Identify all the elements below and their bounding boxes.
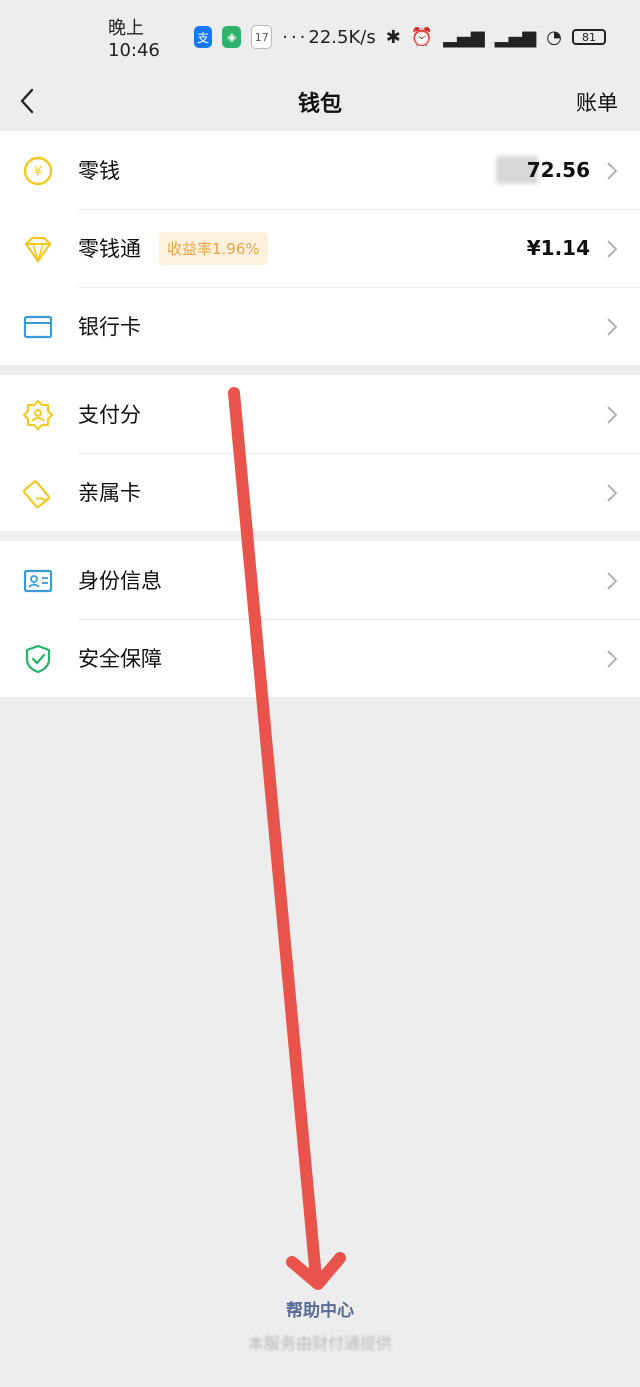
chevron-right-icon xyxy=(607,240,618,258)
list-item-family-card[interactable]: 亲属卡 xyxy=(0,453,640,531)
services-group: 支付分 亲属卡 xyxy=(0,375,640,531)
chevron-right-icon xyxy=(607,484,618,502)
calendar-icon: 17 xyxy=(251,25,273,49)
list-item-pay-score[interactable]: 支付分 xyxy=(0,375,640,453)
list-item-identity[interactable]: 身份信息 xyxy=(0,541,640,619)
chevron-right-icon xyxy=(607,162,618,180)
provider-note: 本服务由财付通提供 xyxy=(247,1334,392,1353)
status-bar: 晚上10:46 支 ◈ 17 ··· 22.5K/s ✱ ⏰ ▂▄▆ ▂▄▆ ◔… xyxy=(0,0,640,74)
wallet-balance-group: ¥ 零钱 72.56 零钱通 收益率1.96% ¥1.14 银行卡 xyxy=(0,131,640,365)
chevron-right-icon xyxy=(607,406,618,424)
list-item-label: 零钱通 xyxy=(78,237,141,261)
score-badge-icon xyxy=(23,400,53,430)
lingqiantong-balance: ¥1.14 xyxy=(526,236,590,260)
status-time: 晚上10:46 xyxy=(108,17,160,61)
list-item-bank-card[interactable]: 银行卡 xyxy=(0,287,640,365)
chevron-right-icon xyxy=(607,572,618,590)
security-app-icon: ◈ xyxy=(222,26,242,48)
help-center-link[interactable]: 帮助中心 xyxy=(0,1296,640,1321)
list-item-label: 零钱 xyxy=(78,159,120,183)
nav-header: 钱包 账单 xyxy=(0,74,640,130)
wifi-icon: ◔ xyxy=(546,26,562,48)
id-card-icon xyxy=(23,569,53,593)
diamond-icon xyxy=(24,236,52,264)
chevron-right-icon xyxy=(607,650,618,668)
chevron-right-icon xyxy=(607,318,618,336)
list-item-label: 银行卡 xyxy=(78,315,141,339)
list-item-change[interactable]: ¥ 零钱 72.56 xyxy=(0,131,640,209)
bills-button[interactable]: 账单 xyxy=(576,87,618,117)
yield-rate-badge: 收益率1.96% xyxy=(159,231,268,265)
shield-check-icon xyxy=(25,644,51,674)
svg-text:¥: ¥ xyxy=(34,165,42,180)
list-item-security[interactable]: 安全保障 xyxy=(0,619,640,697)
list-item-label: 亲属卡 xyxy=(78,481,141,505)
page-title: 钱包 xyxy=(297,92,342,117)
list-item-label: 身份信息 xyxy=(78,569,162,593)
list-item-label: 支付分 xyxy=(78,403,141,427)
family-card-icon xyxy=(22,480,50,509)
more-notifications-icon: ··· xyxy=(282,26,309,48)
list-item-lingqiantong[interactable]: 零钱通 收益率1.96% ¥1.14 xyxy=(0,209,640,287)
yuan-coin-icon: ¥ xyxy=(23,156,53,186)
battery-icon: 81 xyxy=(572,29,606,45)
signal-icon: ▂▄▆ xyxy=(443,26,485,48)
alarm-icon: ⏰ xyxy=(410,26,434,48)
account-group: 身份信息 安全保障 xyxy=(0,541,640,697)
back-arrow-icon[interactable] xyxy=(14,86,44,116)
alipay-icon: 支 xyxy=(193,26,213,48)
change-balance: 72.56 xyxy=(526,158,590,182)
signal-icon-2: ▂▄▆ xyxy=(494,26,537,48)
list-item-label: 安全保障 xyxy=(78,647,162,671)
network-speed: 22.5K/s xyxy=(308,26,376,48)
bank-card-icon xyxy=(23,315,53,339)
bluetooth-icon: ✱ xyxy=(385,26,401,48)
